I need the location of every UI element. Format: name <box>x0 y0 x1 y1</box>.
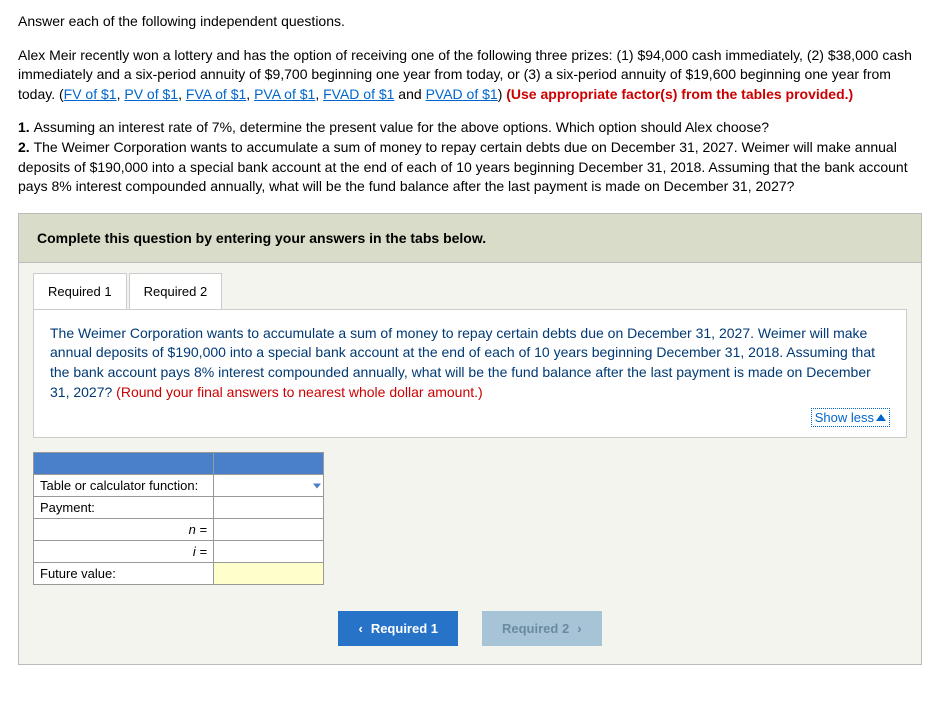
row-input-i[interactable] <box>214 541 324 563</box>
link-fv[interactable]: FV of $1 <box>64 86 117 102</box>
table-row: Future value: <box>34 563 324 585</box>
showless-row: Show less <box>50 408 890 427</box>
function-input[interactable] <box>214 475 323 496</box>
use-factors-hint: (Use appropriate factor(s) from the tabl… <box>506 86 853 102</box>
answer-panel: Complete this question by entering your … <box>18 213 922 665</box>
active-question: The Weimer Corporation wants to accumula… <box>50 324 890 402</box>
row-label-payment: Payment: <box>34 497 214 519</box>
next-button: Required 2 › <box>482 611 602 646</box>
link-pvad[interactable]: PVAD of $1 <box>426 86 498 102</box>
sep: , <box>315 86 323 102</box>
row-input-payment[interactable] <box>214 497 324 519</box>
row-input-fv[interactable] <box>214 563 324 585</box>
prev-label: Required 1 <box>371 621 438 636</box>
link-fva[interactable]: FVA of $1 <box>186 86 246 102</box>
q1-num: 1. <box>18 119 34 135</box>
intro-text: Answer each of the following independent… <box>18 12 922 32</box>
answer-table: Table or calculator function: Payment: n… <box>33 452 324 585</box>
tab-required-1[interactable]: Required 1 <box>33 273 127 309</box>
link-fvad[interactable]: FVAD of $1 <box>323 86 394 102</box>
chevron-up-icon <box>876 414 886 421</box>
show-less-toggle[interactable]: Show less <box>811 408 890 427</box>
fv-input[interactable] <box>214 563 323 584</box>
question-2: 2. The Weimer Corporation wants to accum… <box>18 138 922 197</box>
chevron-left-icon: ‹ <box>358 621 362 636</box>
show-less-label: Show less <box>815 410 874 425</box>
next-label: Required 2 <box>502 621 569 636</box>
header-cell-2 <box>214 453 324 475</box>
table-header-row <box>34 453 324 475</box>
row-label-n: n = <box>34 519 214 541</box>
row-label-function: Table or calculator function: <box>34 475 214 497</box>
tab-content: The Weimer Corporation wants to accumula… <box>33 309 907 438</box>
q2-num: 2. <box>18 139 34 155</box>
q2-text: The Weimer Corporation wants to accumula… <box>18 139 908 194</box>
scenario-paragraph: Alex Meir recently won a lottery and has… <box>18 46 922 105</box>
table-row: Payment: <box>34 497 324 519</box>
tabs-row: Required 1 Required 2 <box>19 263 921 309</box>
table-row: Table or calculator function: <box>34 475 324 497</box>
chevron-down-icon[interactable] <box>313 483 321 488</box>
header-cell-1 <box>34 453 214 475</box>
panel-header: Complete this question by entering your … <box>19 214 921 263</box>
table-row: i = <box>34 541 324 563</box>
payment-input[interactable] <box>214 497 323 518</box>
nav-row: ‹ Required 1 Required 2 › <box>19 599 921 664</box>
row-label-fv: Future value: <box>34 563 214 585</box>
and-word: and <box>394 86 425 102</box>
questions-block: 1. Assuming an interest rate of 7%, dete… <box>18 118 922 196</box>
table-row: n = <box>34 519 324 541</box>
prev-button[interactable]: ‹ Required 1 <box>338 611 458 646</box>
chevron-right-icon: › <box>577 621 581 636</box>
i-input[interactable] <box>214 541 323 562</box>
round-hint: (Round your final answers to nearest who… <box>116 384 483 400</box>
sep: , <box>178 86 186 102</box>
q1-text: Assuming an interest rate of 7%, determi… <box>34 119 769 135</box>
n-input[interactable] <box>214 519 323 540</box>
sep: , <box>246 86 254 102</box>
question-1: 1. Assuming an interest rate of 7%, dete… <box>18 118 922 138</box>
row-label-i: i = <box>34 541 214 563</box>
close-paren: ) <box>498 86 507 102</box>
tab-required-2[interactable]: Required 2 <box>129 273 223 309</box>
row-input-n[interactable] <box>214 519 324 541</box>
link-pva[interactable]: PVA of $1 <box>254 86 315 102</box>
link-pv[interactable]: PV of $1 <box>124 86 178 102</box>
row-input-function[interactable] <box>214 475 324 497</box>
